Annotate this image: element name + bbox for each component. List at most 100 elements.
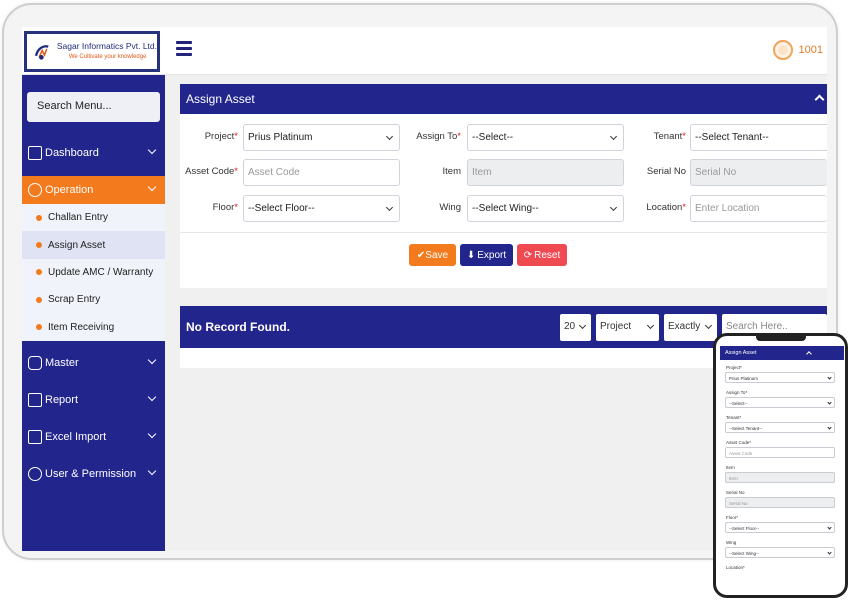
project-label-text: Project bbox=[204, 131, 235, 142]
mobile-wing-select[interactable]: --Select Wing-- bbox=[725, 547, 835, 558]
assign-to-select[interactable]: --Select-- bbox=[467, 124, 624, 151]
submenu-item-scrap-entry[interactable]: Scrap Entry bbox=[22, 286, 165, 313]
chevron-down-icon bbox=[147, 392, 157, 402]
mobile-tenant-select[interactable]: --Select Tenant-- bbox=[725, 422, 835, 433]
mobile-card-header: Assign Asset bbox=[720, 346, 844, 360]
bullet-icon bbox=[36, 269, 42, 276]
project-label: Project* bbox=[204, 131, 238, 142]
collapse-icon[interactable] bbox=[814, 94, 825, 105]
asset-code-label-text: Asset Code bbox=[185, 166, 235, 177]
no-records-message: No Record Found. bbox=[186, 320, 290, 334]
chevron-down-icon bbox=[385, 132, 394, 141]
bullet-icon bbox=[36, 296, 42, 303]
location-label-text: Location bbox=[646, 202, 683, 213]
sidebar-item-report[interactable]: Report bbox=[22, 386, 165, 414]
submenu-label: Update AMC / Warranty bbox=[48, 266, 154, 278]
mobile-label-text: Location bbox=[726, 565, 744, 570]
card-header: Assign Asset bbox=[180, 84, 827, 114]
divider bbox=[180, 232, 827, 233]
mobile-serial-no-input[interactable]: Serial No bbox=[725, 497, 835, 508]
assign-asset-card: Assign Asset Project* Prius Platinum Ass… bbox=[180, 84, 827, 288]
submenu-label: Item Receiving bbox=[48, 321, 115, 333]
tenant-select[interactable]: --Select Tenant-- bbox=[690, 124, 827, 151]
collapse-icon[interactable] bbox=[806, 351, 812, 357]
submenu-item-assign-asset[interactable]: Assign Asset bbox=[22, 231, 165, 259]
search-menu-input[interactable]: Search Menu... bbox=[27, 92, 160, 122]
bullet-icon bbox=[36, 324, 42, 331]
assign-to-label: Assign To* bbox=[416, 131, 461, 142]
bullet-icon bbox=[36, 242, 42, 249]
chevron-down-icon bbox=[609, 203, 618, 212]
sidebar-item-user-permission[interactable]: User & Permission bbox=[22, 460, 165, 488]
match-mode-value: Exactly bbox=[668, 321, 701, 332]
export-button[interactable]: ⬇ Export bbox=[460, 244, 513, 266]
asset-code-label: Asset Code* bbox=[185, 166, 238, 177]
asset-code-input[interactable]: Asset Code bbox=[243, 159, 400, 186]
sidebar-item-dashboard[interactable]: Dashboard bbox=[22, 139, 165, 167]
filter-field-select[interactable]: Project bbox=[596, 314, 659, 341]
company-name: Sagar Informatics Pvt. Ltd. bbox=[56, 40, 157, 51]
app-screen: Sagar Informatics Pvt. Ltd. We Cultivate… bbox=[22, 27, 827, 551]
location-input[interactable]: Enter Location bbox=[690, 195, 827, 222]
tenant-label-text: Tenant bbox=[653, 131, 683, 142]
report-icon bbox=[28, 393, 42, 407]
chevron-down-icon bbox=[827, 425, 832, 430]
operation-submenu: Challan Entry Assign Asset Update AMC / … bbox=[22, 204, 165, 341]
mobile-asset-code-input[interactable]: Asset Code bbox=[725, 447, 835, 458]
project-select[interactable]: Prius Platinum bbox=[243, 124, 400, 151]
mobile-floor-label: Floor* bbox=[726, 515, 739, 520]
phone-notch bbox=[756, 336, 806, 341]
mobile-value: Prius Platinum bbox=[729, 375, 759, 381]
export-label: Export bbox=[477, 249, 507, 261]
floor-select[interactable]: --Select Floor-- bbox=[243, 195, 400, 222]
user-menu[interactable]: 1001 bbox=[772, 40, 823, 60]
submenu-item-update-amc-warranty[interactable]: Update AMC / Warranty bbox=[22, 259, 165, 286]
menu-toggle-icon[interactable] bbox=[176, 41, 192, 57]
mobile-label-text: Tenant bbox=[726, 415, 740, 420]
mobile-serial-no-label: Serial No bbox=[726, 490, 745, 495]
sidebar-item-excel-import[interactable]: Excel Import bbox=[22, 423, 165, 451]
avatar[interactable] bbox=[772, 40, 793, 60]
floor-label: Floor* bbox=[212, 202, 238, 213]
mobile-floor-select[interactable]: --Select Floor-- bbox=[725, 522, 835, 533]
chevron-down-icon bbox=[578, 321, 587, 330]
wing-select[interactable]: --Select Wing-- bbox=[467, 195, 624, 222]
page-size-select[interactable]: 20 bbox=[560, 314, 591, 341]
sidebar-item-master[interactable]: Master bbox=[22, 349, 165, 377]
mobile-wing-label: Wing bbox=[726, 540, 737, 545]
bullet-icon bbox=[36, 214, 42, 221]
mobile-item-input[interactable]: Item bbox=[725, 472, 835, 483]
phone-preview: Assign Asset Project* Prius Platinum Ass… bbox=[713, 333, 848, 598]
download-icon: ⬇ bbox=[466, 249, 476, 261]
sidebar-item-label: Excel Import bbox=[45, 431, 107, 443]
gear-icon bbox=[28, 183, 42, 197]
submenu-item-item-receiving[interactable]: Item Receiving bbox=[22, 314, 165, 341]
save-button[interactable]: ✔ Save bbox=[409, 244, 456, 266]
company-logo-mark-icon bbox=[34, 44, 49, 60]
submenu-label: Challan Entry bbox=[48, 212, 109, 224]
mobile-project-select[interactable]: Prius Platinum bbox=[725, 372, 835, 383]
serial-no-input[interactable]: Serial No bbox=[690, 159, 827, 186]
mobile-project-label: Project* bbox=[726, 365, 742, 370]
company-logo[interactable]: Sagar Informatics Pvt. Ltd. We Cultivate… bbox=[24, 31, 160, 72]
mobile-label-text: Floor bbox=[726, 515, 737, 520]
mobile-value: --Select Floor-- bbox=[729, 525, 760, 531]
location-label: Location* bbox=[646, 202, 686, 213]
chevron-down-icon bbox=[147, 355, 157, 365]
sidebar-item-operation[interactable]: Operation bbox=[22, 176, 165, 204]
item-input[interactable]: Item bbox=[467, 159, 624, 186]
submenu-item-challan-entry[interactable]: Challan Entry bbox=[22, 204, 165, 231]
mobile-assign-to-select[interactable]: --Select-- bbox=[725, 397, 835, 408]
users-icon bbox=[28, 467, 42, 481]
reset-button[interactable]: ⟳ Reset bbox=[517, 244, 567, 266]
refresh-icon: ⟳ bbox=[523, 249, 533, 261]
database-icon bbox=[28, 356, 42, 370]
filter-field-value: Project bbox=[600, 321, 632, 332]
mobile-location-label: Location* bbox=[726, 565, 745, 570]
chevron-down-icon bbox=[609, 132, 618, 141]
chevron-down-icon bbox=[147, 182, 157, 192]
item-label: Item bbox=[442, 166, 461, 177]
chevron-down-icon bbox=[147, 466, 157, 476]
match-mode-select[interactable]: Exactly bbox=[664, 314, 717, 341]
chevron-down-icon bbox=[827, 375, 832, 380]
